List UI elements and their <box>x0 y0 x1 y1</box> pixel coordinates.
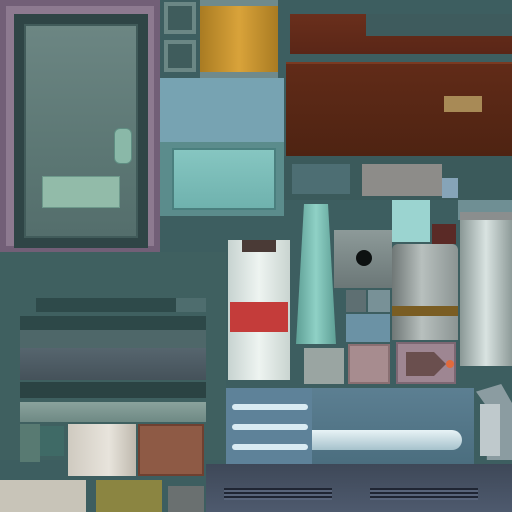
small-swatch-1 <box>346 290 366 312</box>
rust-box <box>138 424 204 476</box>
bottom-ochre-swatch <box>96 480 162 512</box>
machine-slab-1 <box>20 316 206 330</box>
small-tile-1 <box>164 2 196 34</box>
texture-atlas <box>0 0 512 512</box>
wood-notch <box>366 14 512 36</box>
bottom-grey-swatch <box>168 486 204 512</box>
metal-canister-band <box>392 306 458 316</box>
cream-box <box>68 424 136 476</box>
pink-swatch <box>348 344 390 384</box>
blade <box>312 430 462 450</box>
right-cylinder <box>460 220 512 366</box>
bottom-cream-swatch <box>0 480 86 512</box>
grip-line-1 <box>232 404 308 410</box>
machine-slab-3 <box>20 348 206 380</box>
bracket-hole <box>356 250 372 266</box>
wood-label-tag <box>444 96 482 112</box>
teal-panel-face <box>172 148 276 210</box>
barrel-body <box>200 0 278 78</box>
machine-slab-2 <box>20 330 206 348</box>
white-canister-cap <box>242 240 276 252</box>
strip-box-blue <box>442 178 458 198</box>
machine-ridge-end <box>176 298 206 312</box>
machine-slab-5 <box>20 402 206 422</box>
vent-grille-right <box>370 488 478 500</box>
light-teal-tile <box>392 200 430 242</box>
light-blue-panel <box>160 78 284 142</box>
glass-tube <box>296 204 336 344</box>
metal-canister <box>392 244 458 340</box>
grip-line-2 <box>232 424 308 430</box>
door-handle <box>114 128 132 164</box>
door-kick-plate <box>42 176 120 208</box>
dark-red-tile <box>432 224 456 244</box>
white-canister-red-band <box>230 302 288 332</box>
small-swatch-3 <box>346 314 390 342</box>
vent-grille-left <box>224 488 332 500</box>
small-swatch-2 <box>368 290 390 312</box>
grip-line-3 <box>232 444 308 450</box>
machine-knob <box>20 424 40 462</box>
small-tile-2 <box>164 40 196 72</box>
strip-box-grey <box>362 164 442 196</box>
hook-inner <box>480 404 500 456</box>
strip-box-dark <box>292 164 350 194</box>
barrel-band-top <box>200 0 278 6</box>
grey-swatch <box>304 348 344 384</box>
machine-knob-2 <box>40 426 64 456</box>
sign-dot-icon <box>446 360 454 368</box>
machine-slab-4 <box>20 382 206 398</box>
